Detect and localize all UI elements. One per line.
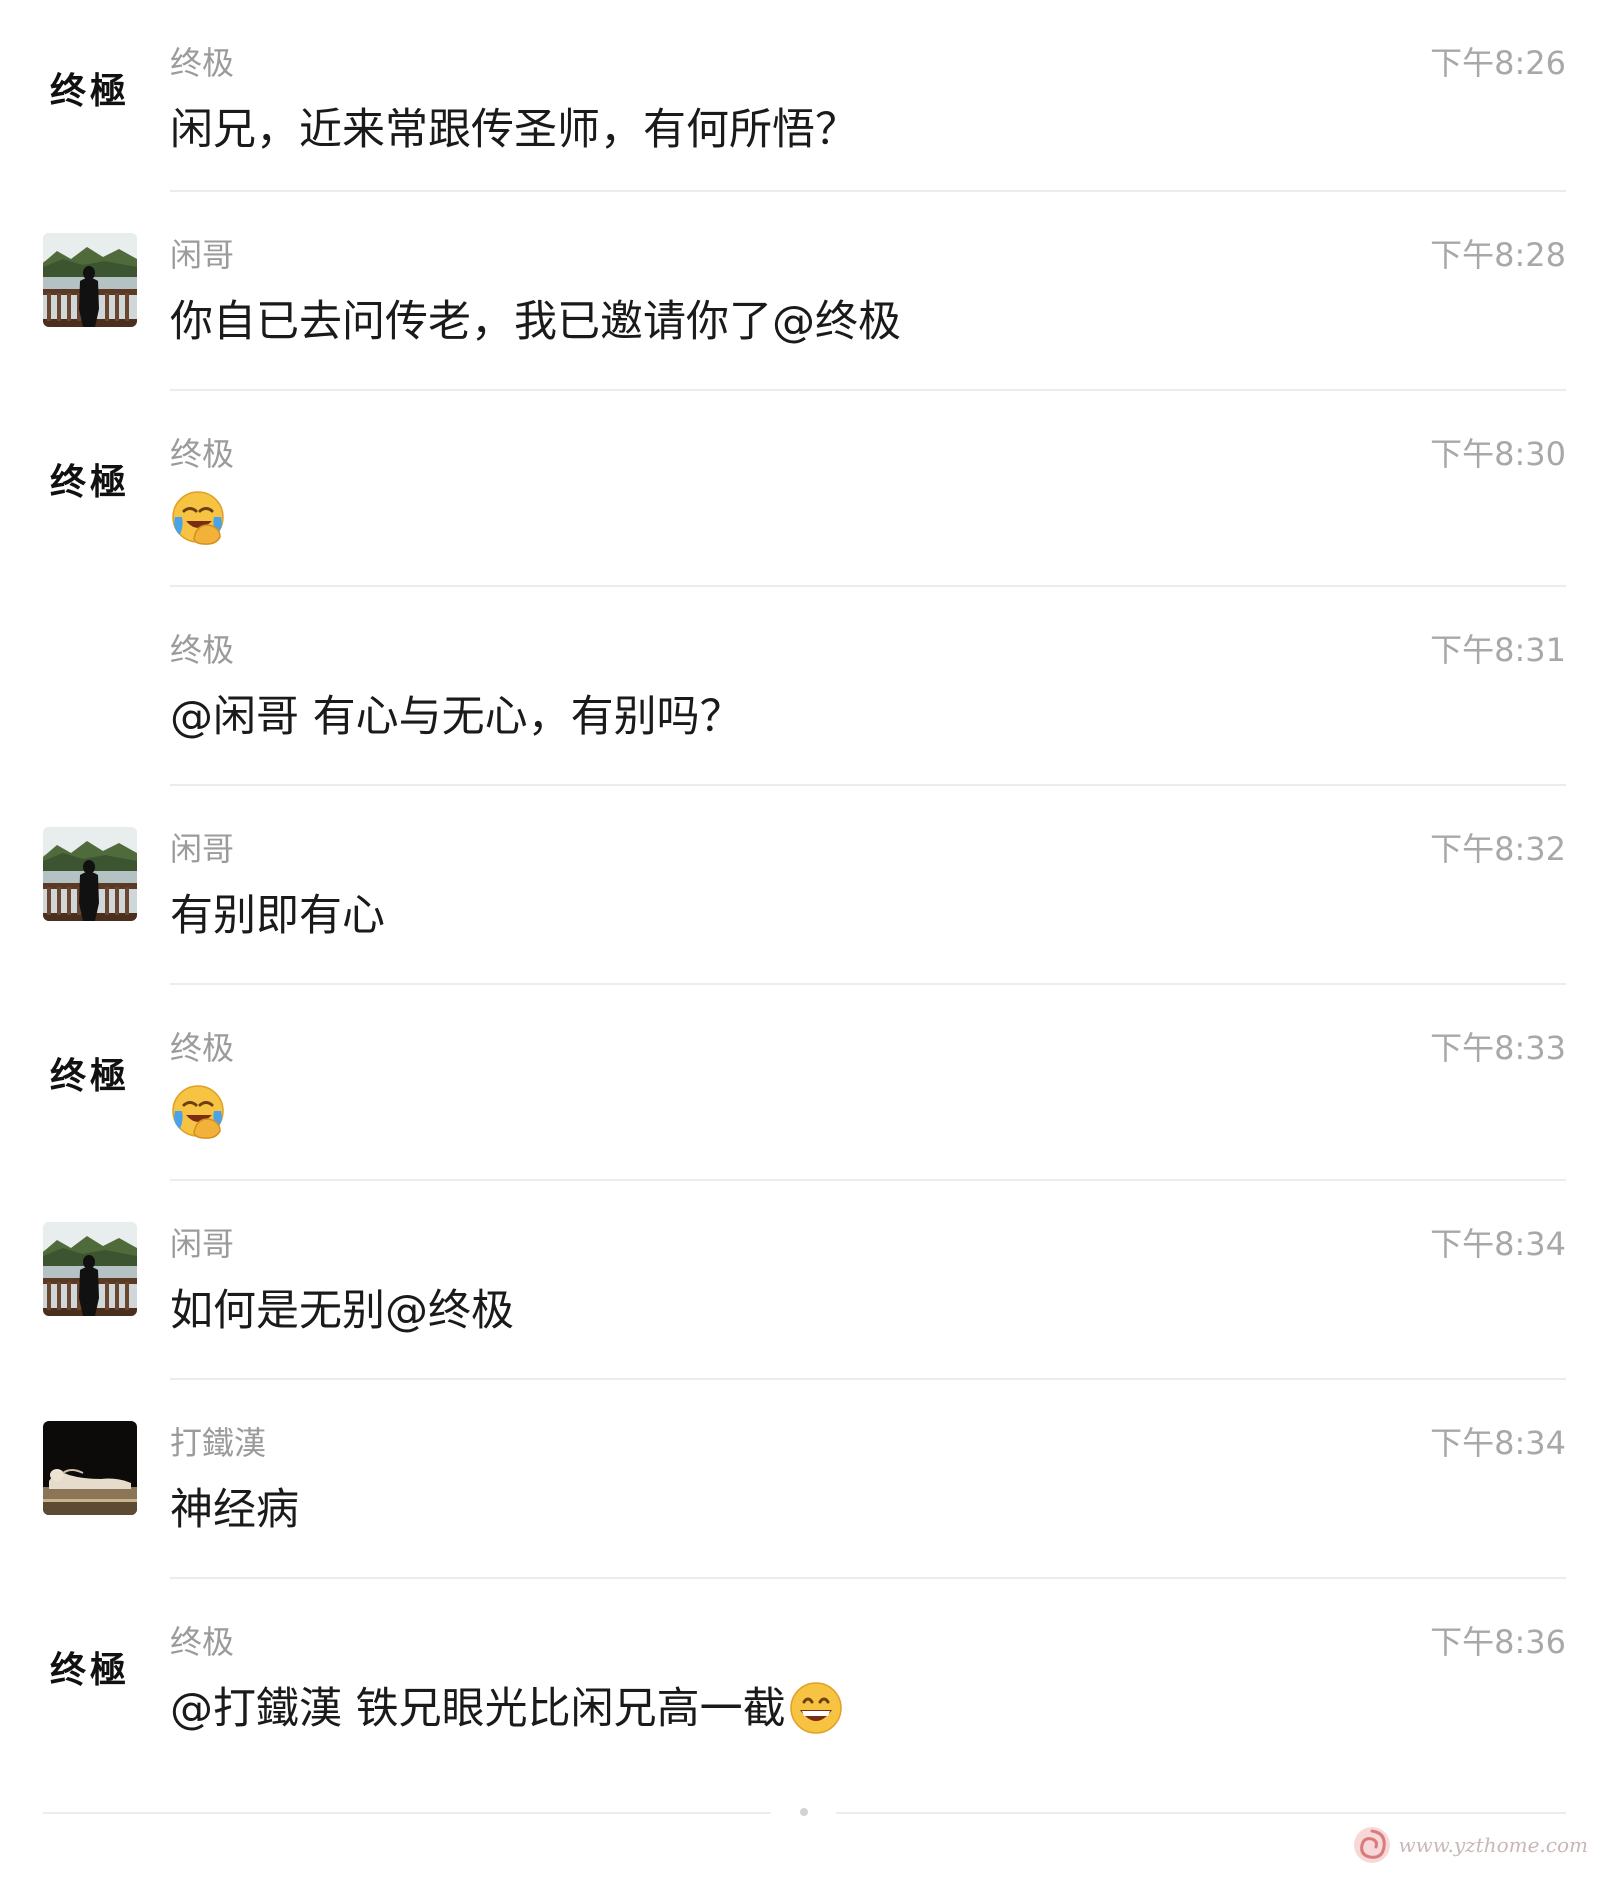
footer-divider-right bbox=[836, 1812, 1566, 1814]
message-time: 下午8:34 bbox=[1430, 1424, 1566, 1462]
chat-message-list[interactable]: 终極 终极 下午8:26 闲兄，近来常跟传圣师，有何所悟？ 闲哥 下午8:28 … bbox=[0, 0, 1600, 1819]
message-row[interactable]: 打鐵漢 下午8:34 神经病 bbox=[0, 1380, 1600, 1579]
sender-name[interactable]: 终极 bbox=[170, 1617, 234, 1663]
avatar-calligraphy: 终極 bbox=[49, 1649, 130, 1691]
sender-name[interactable]: 闲哥 bbox=[170, 824, 234, 870]
message-row[interactable]: 终極 终极 下午8:26 闲兄，近来常跟传圣师，有何所悟？ bbox=[0, 0, 1600, 192]
avatar[interactable]: 终極 bbox=[43, 41, 137, 135]
watermark: www.yzthome.com bbox=[1350, 1823, 1588, 1867]
message-row[interactable]: 闲哥 下午8:34 如何是无别@终极 bbox=[0, 1181, 1600, 1380]
message-text[interactable]: @打鐵漢 铁兄眼光比闲兄高一截 bbox=[170, 1674, 844, 1740]
message-time: 下午8:28 bbox=[1430, 236, 1566, 274]
avatar[interactable]: 终極 bbox=[43, 432, 137, 526]
message-time: 下午8:36 bbox=[1430, 1623, 1566, 1661]
avatar-calligraphy: 终極 bbox=[49, 1055, 130, 1097]
sender-name[interactable]: 终极 bbox=[170, 625, 234, 671]
message-text[interactable]: 闲兄，近来常跟传圣师，有何所悟？ bbox=[170, 95, 858, 157]
list-footer: www.yzthome.com bbox=[0, 1770, 1600, 1887]
footer-divider-left bbox=[43, 1812, 771, 1814]
message-time: 下午8:26 bbox=[1430, 44, 1566, 82]
message-time: 下午8:32 bbox=[1430, 830, 1566, 868]
face-with-hand-crying-laughing-icon bbox=[170, 489, 226, 545]
sender-name[interactable]: 打鐵漢 bbox=[170, 1418, 266, 1464]
grinning-face-icon bbox=[788, 1680, 844, 1736]
avatar[interactable] bbox=[43, 233, 137, 327]
watermark-text: www.yzthome.com bbox=[1398, 1833, 1588, 1857]
message-emoji[interactable] bbox=[170, 489, 226, 545]
message-text[interactable]: 有别即有心 bbox=[170, 881, 385, 943]
message-text-content: @打鐵漢 铁兄眼光比闲兄高一截 bbox=[170, 1684, 786, 1734]
sender-name[interactable]: 终极 bbox=[170, 429, 234, 475]
avatar[interactable] bbox=[43, 827, 137, 921]
sender-name[interactable]: 终极 bbox=[170, 1023, 234, 1069]
message-text[interactable]: 神经病 bbox=[170, 1475, 299, 1537]
message-row[interactable]: 终极 下午8:31 @闲哥 有心与无心，有别吗？ bbox=[0, 587, 1600, 786]
lake-silhouette-avatar-icon bbox=[43, 233, 137, 327]
avatar[interactable] bbox=[43, 1222, 137, 1316]
reclining-buddha-avatar-icon bbox=[43, 1421, 137, 1515]
message-text[interactable]: 你自已去问传老，我已邀请你了@终极 bbox=[170, 287, 901, 349]
message-time: 下午8:34 bbox=[1430, 1225, 1566, 1263]
message-row[interactable]: 闲哥 下午8:32 有别即有心 bbox=[0, 786, 1600, 985]
message-row[interactable]: 闲哥 下午8:28 你自已去问传老，我已邀请你了@终极 bbox=[0, 192, 1600, 391]
lake-silhouette-avatar-icon bbox=[43, 827, 137, 921]
lake-silhouette-avatar-icon bbox=[43, 1222, 137, 1316]
loading-dot-icon bbox=[800, 1808, 808, 1816]
swirl-logo-icon bbox=[1354, 1827, 1391, 1863]
avatar-calligraphy: 终極 bbox=[49, 70, 130, 112]
message-text[interactable]: @闲哥 有心与无心，有别吗？ bbox=[170, 682, 743, 744]
avatar[interactable]: 终極 bbox=[43, 1620, 137, 1714]
sender-name[interactable]: 终极 bbox=[170, 38, 234, 84]
message-row[interactable]: 终極 终极 下午8:33 bbox=[0, 985, 1600, 1181]
avatar[interactable] bbox=[43, 1421, 137, 1515]
message-time: 下午8:33 bbox=[1430, 1029, 1566, 1067]
message-time: 下午8:30 bbox=[1430, 435, 1566, 473]
message-emoji[interactable] bbox=[170, 1083, 226, 1139]
avatar[interactable]: 终極 bbox=[43, 1026, 137, 1120]
face-with-hand-crying-laughing-icon bbox=[170, 1083, 226, 1139]
avatar-calligraphy: 终極 bbox=[49, 461, 130, 503]
message-row[interactable]: 终極 终极 下午8:30 bbox=[0, 391, 1600, 587]
message-time: 下午8:31 bbox=[1430, 631, 1566, 669]
sender-name[interactable]: 闲哥 bbox=[170, 1219, 234, 1265]
sender-name[interactable]: 闲哥 bbox=[170, 230, 234, 276]
message-text[interactable]: 如何是无别@终极 bbox=[170, 1276, 514, 1338]
